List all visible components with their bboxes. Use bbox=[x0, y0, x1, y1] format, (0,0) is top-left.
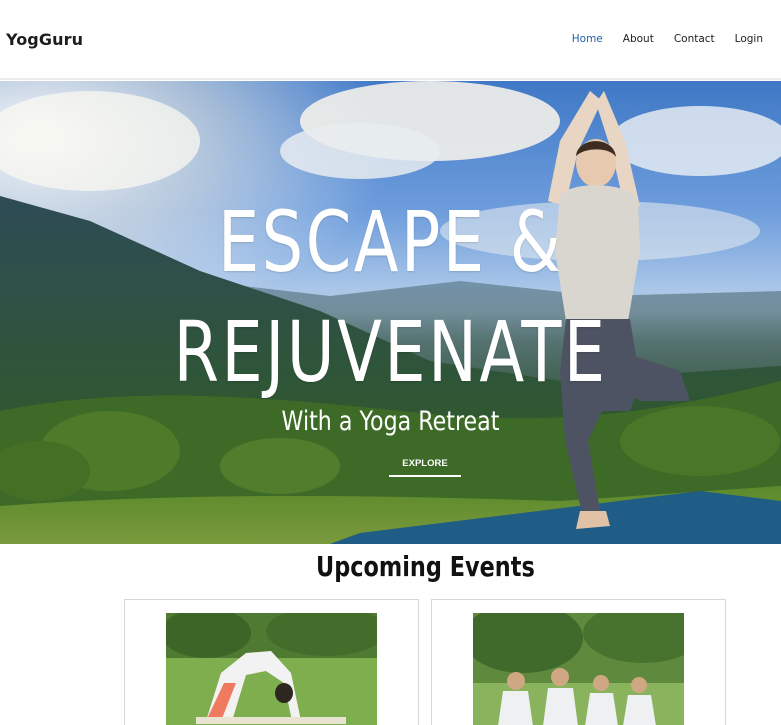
nav-link-contact[interactable]: Contact bbox=[674, 33, 715, 45]
hero-title-line-2: REJUVENATE bbox=[173, 303, 608, 401]
hero-banner: ESCAPE & REJUVENATE With a Yoga Retreat … bbox=[0, 81, 781, 544]
event-card[interactable] bbox=[124, 599, 419, 725]
navbar: YogGuru Home About Contact Login bbox=[0, 0, 781, 80]
hero-subtitle: With a Yoga Retreat bbox=[281, 406, 500, 437]
event-card-image[interactable] bbox=[473, 613, 684, 725]
event-card-image[interactable] bbox=[166, 613, 377, 725]
nav-link-about[interactable]: About bbox=[623, 33, 654, 45]
nav-link-login[interactable]: Login bbox=[735, 33, 763, 45]
hero-title-line-1: ESCAPE & bbox=[217, 193, 564, 291]
explore-button[interactable]: EXPLORE bbox=[389, 455, 461, 477]
nav-link-home[interactable]: Home bbox=[572, 33, 603, 45]
event-card[interactable] bbox=[431, 599, 726, 725]
brand-logo[interactable]: YogGuru bbox=[6, 30, 83, 49]
nav-links: Home About Contact Login bbox=[572, 33, 763, 45]
events-heading: Upcoming Events bbox=[316, 550, 535, 583]
